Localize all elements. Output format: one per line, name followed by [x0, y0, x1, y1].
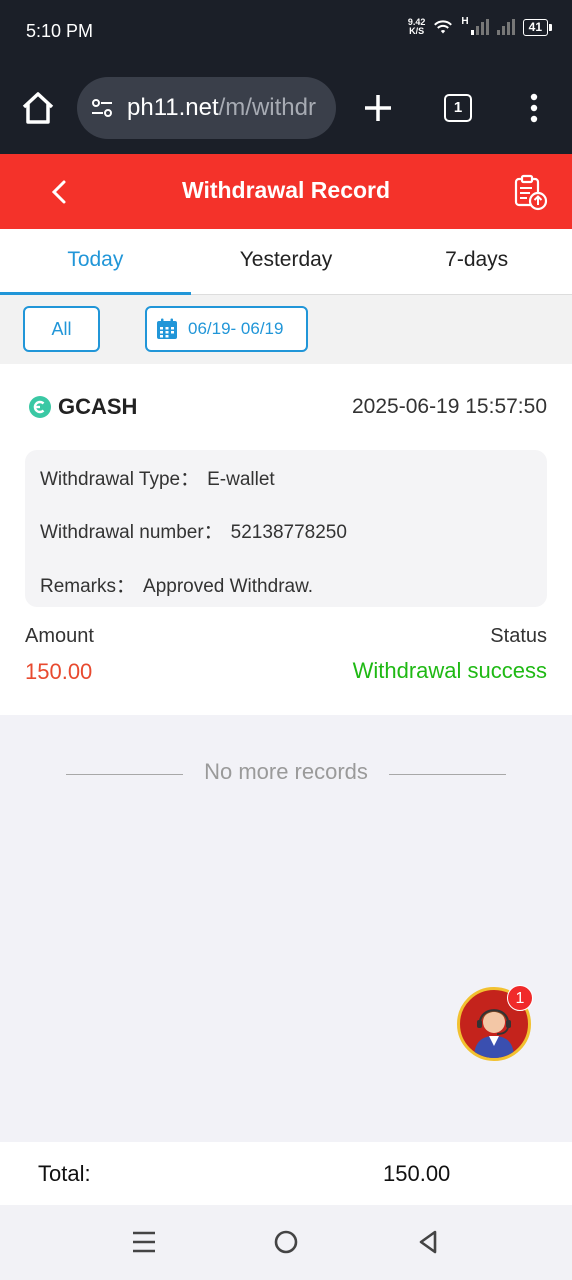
page-title: Withdrawal Record: [181, 177, 391, 203]
home-icon[interactable]: [18, 88, 58, 128]
total-label: Total:: [38, 1161, 91, 1186]
battery-icon: 41: [522, 18, 553, 36]
calendar-icon: [157, 318, 177, 339]
amount-value: 150.00: [25, 659, 93, 684]
date-range-label: 06/19- 06/19: [188, 319, 284, 338]
system-nav-bar: [0, 1205, 572, 1280]
home-nav-icon[interactable]: [271, 1227, 301, 1257]
divider-right: [389, 774, 506, 775]
status-time: 5:10 PM: [26, 21, 94, 41]
remarks-row: Remarks： Approved Withdraw.: [40, 571, 313, 598]
network-type: H: [461, 16, 469, 27]
url-text[interactable]: ph11.net/m/withdr: [127, 94, 316, 122]
withdrawal-number-row: Withdrawal number： 52138778250: [40, 517, 347, 544]
date-range-button[interactable]: 06/19- 06/19: [145, 306, 308, 352]
record-details: Withdrawal Type： E-wallet Withdrawal numb…: [25, 450, 547, 607]
withdrawal-type-value: E-wallet: [207, 469, 275, 490]
amount-label: Amount: [25, 625, 94, 647]
tab-today[interactable]: Today: [0, 229, 191, 295]
withdrawal-type-label: Withdrawal Type：: [40, 469, 200, 490]
date-tabs: Today Yesterday 7-days: [0, 229, 572, 295]
url-path: /m/withdr: [218, 94, 316, 121]
tab-7-days[interactable]: 7-days: [381, 229, 572, 294]
back-nav-icon[interactable]: [413, 1227, 443, 1257]
browser-chrome: 5:10 PM 9.42 K/S H 41 ph11.net/m/withdr …: [0, 0, 572, 154]
plus-icon[interactable]: [362, 92, 394, 124]
app-header: Withdrawal Record: [0, 154, 572, 229]
status-value: Withdrawal success: [352, 658, 547, 683]
cell-signal-2-icon: [496, 19, 515, 35]
remarks-label: Remarks：: [40, 576, 136, 597]
withdrawal-type-row: Withdrawal Type： E-wallet: [40, 464, 275, 491]
tab-switcher-button[interactable]: 1: [444, 94, 472, 122]
url-bar[interactable]: ph11.net/m/withdr: [77, 77, 336, 139]
url-host: ph11.net: [127, 94, 219, 121]
status-icons: 9.42 K/S H 41: [407, 16, 553, 36]
status-label: Status: [490, 625, 547, 647]
withdrawal-record-card[interactable]: GCASH 2025-06-19 15:57:50 Withdrawal Typ…: [0, 364, 572, 715]
recent-apps-icon[interactable]: [129, 1227, 159, 1257]
withdrawal-number-label: Withdrawal number：: [40, 522, 223, 543]
total-bar: Total: 150.00: [0, 1142, 572, 1205]
payment-method: GCASH: [28, 394, 137, 420]
filter-bar: All 06/19- 06/19: [0, 295, 572, 364]
record-datetime: 2025-06-19 15:57:50: [352, 395, 547, 418]
no-more-records: No more records: [204, 759, 368, 784]
more-vert-icon[interactable]: [520, 92, 548, 124]
site-settings-icon[interactable]: [89, 95, 115, 121]
support-notification-badge: 1: [507, 985, 533, 1011]
withdrawal-number-value: 52138778250: [230, 522, 347, 543]
gcash-logo-icon: [29, 396, 51, 418]
clipboard-upload-icon[interactable]: [510, 172, 550, 212]
filter-all-button[interactable]: All: [23, 306, 100, 352]
remarks-value: Approved Withdraw.: [143, 576, 314, 597]
total-value: 150.00: [383, 1161, 451, 1186]
tab-yesterday[interactable]: Yesterday: [191, 229, 382, 294]
network-speed: 9.42 K/S: [407, 17, 426, 36]
cell-signal-icon: [470, 19, 489, 35]
wifi-icon: [434, 20, 453, 34]
payment-method-name: GCASH: [58, 394, 138, 419]
